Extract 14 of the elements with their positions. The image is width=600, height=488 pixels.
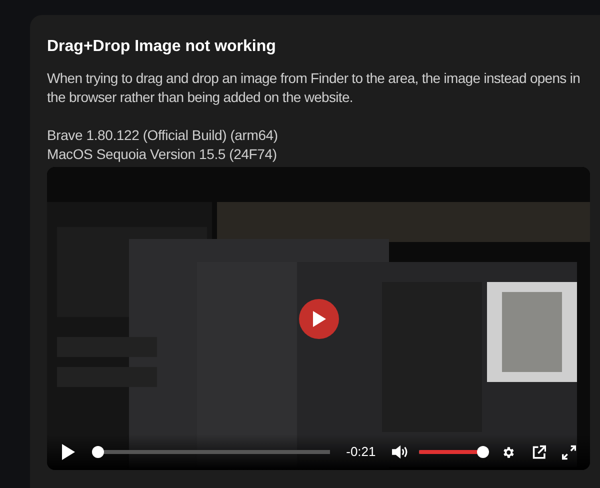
fullscreen-icon[interactable] [562,444,576,460]
volume-thumb[interactable] [476,446,489,458]
settings-icon[interactable] [501,444,516,460]
play-icon [61,444,75,460]
description: When trying to drag and drop an image from Finder to the area, the image instead opens in the browser rather than being added on the website. [47,69,582,107]
volume-icon[interactable] [392,444,409,460]
environment-line: MacOS Sequoia Version 15.5 (24F74) [47,145,278,164]
time-remaining: -0:21 [346,443,376,462]
environment-line: Brave 1.80.122 (Official Build) (arm64) [47,126,279,145]
dialog-title: Drag+Drop Image not working [47,37,277,57]
progress-thumb[interactable] [92,446,104,458]
play-button[interactable] [61,443,76,461]
play-icon [312,311,326,327]
external-link-icon[interactable] [532,444,546,460]
